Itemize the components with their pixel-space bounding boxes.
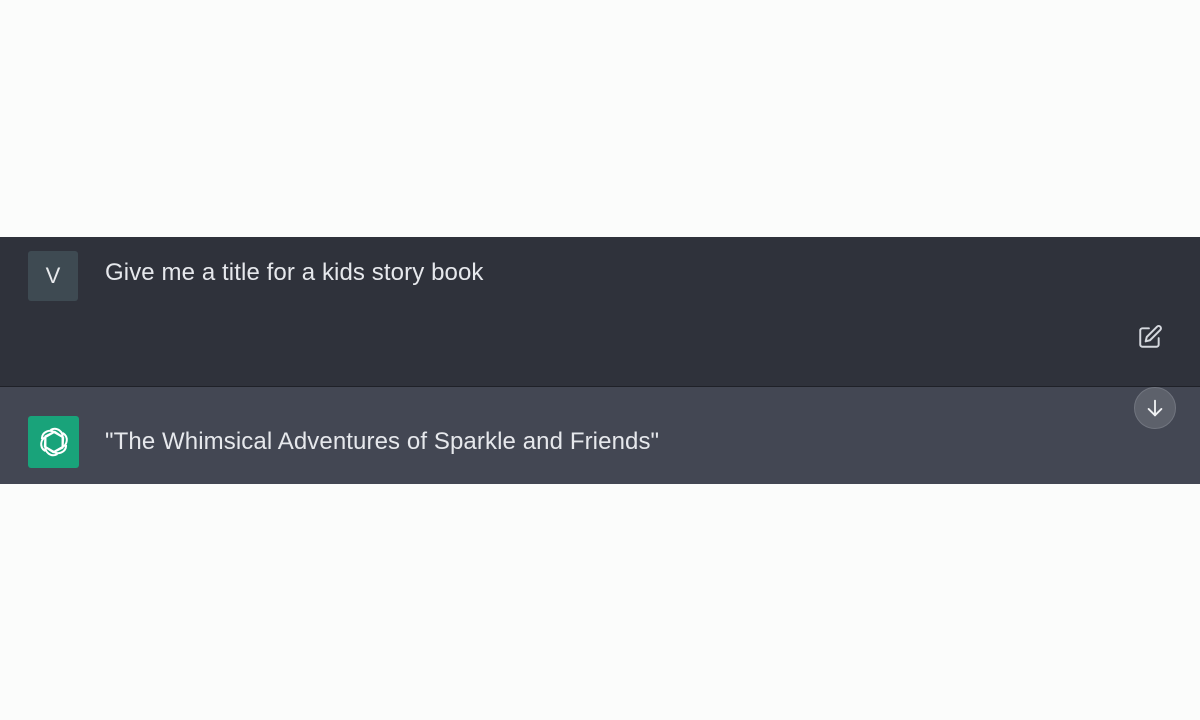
edit-message-button[interactable] (1134, 321, 1166, 353)
assistant-avatar (28, 416, 79, 468)
edit-icon (1139, 325, 1162, 348)
chat-thread: V Give me a title for a kids story book (0, 237, 1200, 484)
page-canvas: V Give me a title for a kids story book (0, 0, 1200, 720)
assistant-message-text: "The Whimsical Adventures of Sparkle and… (105, 428, 660, 455)
assistant-message-row: "The Whimsical Adventures of Sparkle and… (0, 387, 1200, 484)
openai-logo-icon (39, 427, 68, 457)
user-message-row: V Give me a title for a kids story book (0, 237, 1200, 387)
scroll-to-bottom-button[interactable] (1134, 387, 1176, 429)
user-avatar-initial: V (45, 263, 61, 288)
user-avatar: V (28, 251, 78, 301)
user-message-text: Give me a title for a kids story book (105, 259, 484, 286)
arrow-down-icon (1147, 399, 1163, 417)
